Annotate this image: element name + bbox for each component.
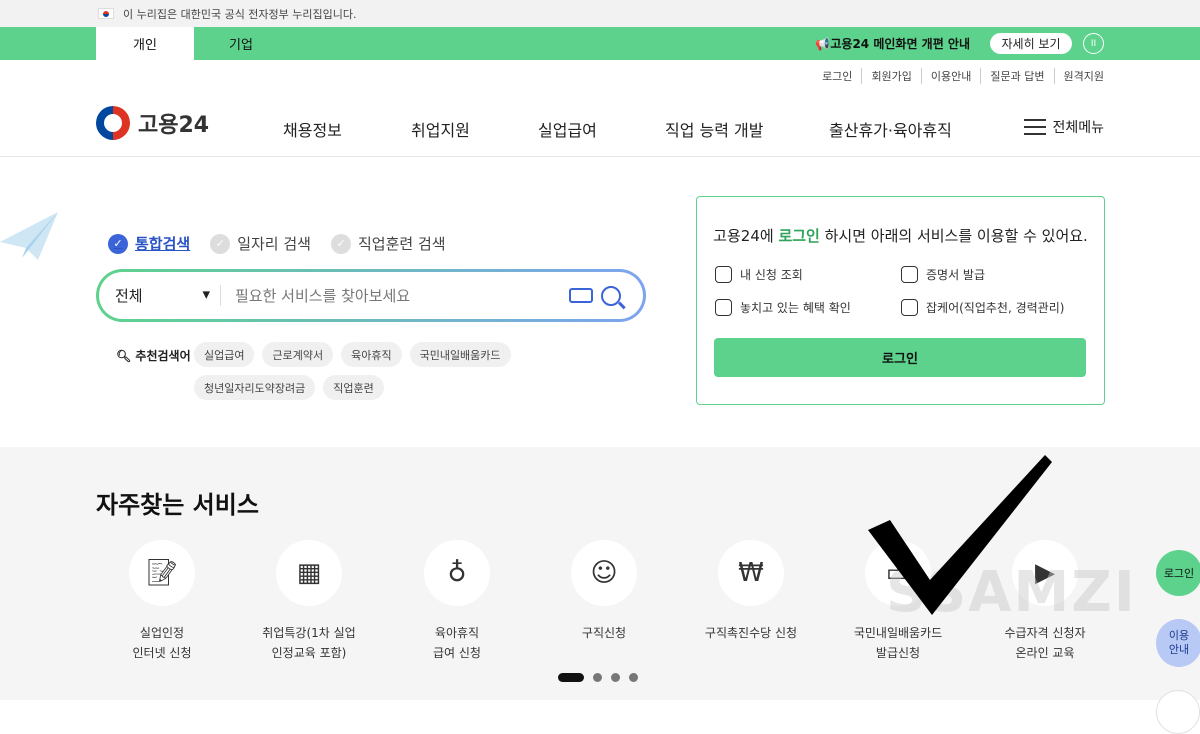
clipboard-gear-icon [901, 299, 918, 316]
utility-links: 로그인 회원가입 이용안내 질문과 답변 원격지원 [0, 60, 1200, 92]
tab-personal[interactable]: 개인 [96, 27, 194, 60]
jobcare-link[interactable]: 잡케어(직업추천, 경력관리) [901, 299, 1064, 316]
pause-icon[interactable]: II [1083, 33, 1104, 54]
util-login-link[interactable]: 로그인 [813, 68, 852, 84]
tab-business[interactable]: 기업 [192, 27, 290, 60]
service-job-seeking[interactable]: ☺ 구직신청 [529, 540, 679, 643]
keyword-chip[interactable]: 근로계약서 [262, 342, 334, 367]
search-input[interactable] [221, 286, 569, 305]
search-small-icon: 🔍︎ [116, 349, 132, 363]
login-panel-title: 고용24에 로그인 하시면 아래의 서비스를 이용할 수 있어요. [713, 227, 1088, 245]
logo[interactable]: 고용24 [96, 106, 209, 140]
notice-text[interactable]: 📢고용24 메인화면 개편 안내 [815, 35, 970, 52]
util-signup-link[interactable]: 회원가입 [861, 68, 912, 84]
side-extra-button[interactable] [1156, 690, 1200, 734]
check-icon: ✓ [330, 233, 351, 254]
certificate-link[interactable]: 증명서 발급 [901, 266, 985, 283]
carousel-dot[interactable] [611, 673, 620, 682]
nav-unemployment-benefit[interactable]: 실업급여 [538, 117, 597, 141]
notice-detail-button[interactable]: 자세히 보기 [990, 33, 1072, 54]
util-remote-link[interactable]: 원격지원 [1053, 68, 1104, 84]
search-tabs: ✓ 통합검색 ✓ 일자리 검색 ✓ 직업훈련 검색 [108, 233, 446, 254]
nav-employment-support[interactable]: 취업지원 [411, 117, 470, 141]
korea-flag-icon [98, 8, 114, 19]
all-menu-button[interactable]: 전체메뉴 [1024, 117, 1104, 137]
top-bar: 개인 기업 📢고용24 메인화면 개편 안내 자세히 보기 II [0, 27, 1200, 60]
tab-integrated-search[interactable]: ✓ 통합검색 [108, 233, 190, 254]
taegeuk-logo-icon [96, 106, 130, 140]
baby-bottle-icon: ♁ [424, 540, 490, 606]
hero-section: ✓ 통합검색 ✓ 일자리 검색 ✓ 직업훈련 검색 전체 ▾ 🔍︎ 추천검색어 … [0, 157, 1200, 446]
paper-plane-icon [0, 212, 58, 260]
tab-training-search[interactable]: ✓ 직업훈련 검색 [330, 233, 446, 254]
person-pen-icon: ☺ [571, 540, 637, 606]
login-panel: 고용24에 로그인 하시면 아래의 서비스를 이용할 수 있어요. 내 신청 조… [696, 196, 1105, 405]
presentation-board-icon: ▦ [276, 540, 342, 606]
util-qna-link[interactable]: 질문과 답변 [980, 68, 1045, 84]
keyword-chip[interactable]: 육아휴직 [341, 342, 402, 367]
recommended-keywords: 실업급여 근로계약서 육아휴직 국민내일배움카드 청년일자리도약장려금 직업훈련 [194, 342, 634, 400]
recommended-keywords-label: 🔍︎ 추천검색어 [116, 349, 191, 363]
keyword-chip[interactable]: 실업급여 [194, 342, 255, 367]
nav-parental-leave[interactable]: 출산휴가·육아휴직 [829, 117, 952, 141]
tab-job-search-label: 일자리 검색 [237, 235, 311, 253]
side-guide-button[interactable]: 이용 안내 [1156, 619, 1200, 667]
check-icon: ✓ [108, 233, 128, 254]
side-login-button[interactable]: 로그인 [1156, 550, 1200, 596]
keyword-chip[interactable]: 청년일자리도약장려금 [194, 375, 316, 400]
carousel-dot[interactable] [558, 673, 584, 682]
checklist-icon [715, 266, 732, 283]
document-pen-icon: 📝︎ [129, 540, 195, 606]
search-category-select[interactable]: 전체 ▾ [115, 285, 221, 306]
keyboard-icon[interactable] [569, 288, 593, 303]
tab-training-search-label: 직업훈련 검색 [357, 235, 446, 253]
check-icon: ✓ [210, 233, 231, 254]
tab-job-search[interactable]: ✓ 일자리 검색 [210, 233, 311, 254]
keyword-chip[interactable]: 국민내일배움카드 [409, 342, 511, 367]
nav-jobs[interactable]: 채용정보 [283, 117, 342, 141]
service-unemployment-recognition[interactable]: 📝︎ 실업인정 인터넷 신청 [87, 540, 237, 663]
util-guide-link[interactable]: 이용안내 [920, 68, 971, 84]
my-applications-link[interactable]: 내 신청 조회 [715, 266, 803, 283]
gov-banner-text: 이 누리집은 대한민국 공식 전자정부 누리집입니다. [123, 7, 357, 21]
money-bag-icon: ₩ [718, 540, 784, 606]
search-category-value: 전체 [115, 287, 143, 305]
all-menu-label: 전체메뉴 [1052, 120, 1104, 136]
search-box: 전체 ▾ [96, 269, 646, 322]
service-job-lecture[interactable]: ▦ 취업특강(1차 실업 인정교육 포함) [234, 540, 384, 663]
carousel-pagination [558, 673, 638, 682]
dropdown-arrow-icon: ▾ [202, 285, 210, 303]
certificate-icon [901, 266, 918, 283]
nav-vocational-training[interactable]: 직업 능력 개발 [665, 117, 764, 141]
service-job-promotion-allowance[interactable]: ₩ 구직촉진수당 신청 [676, 540, 826, 643]
document-search-icon [715, 299, 732, 316]
carousel-dot[interactable] [593, 673, 602, 682]
service-parental-leave-benefit[interactable]: ♁ 육아휴직 급여 신청 [382, 540, 532, 663]
login-button[interactable]: 로그인 [714, 338, 1086, 377]
missed-benefits-link[interactable]: 놓치고 있는 혜택 확인 [715, 299, 851, 316]
search-icon[interactable] [601, 285, 621, 306]
keyword-chip[interactable]: 직업훈련 [323, 375, 384, 400]
checkmark-icon [868, 455, 1052, 615]
carousel-dot[interactable] [629, 673, 638, 682]
frequent-services-title: 자주찾는 서비스 [96, 491, 259, 519]
logo-text: 고용24 [138, 113, 210, 138]
tab-integrated-search-label: 통합검색 [135, 235, 191, 253]
hamburger-icon [1024, 119, 1047, 135]
main-header: 고용24 채용정보 취업지원 실업급여 직업 능력 개발 출산휴가·육아휴직 전… [0, 92, 1200, 157]
gov-banner: 이 누리집은 대한민국 공식 전자정부 누리집입니다. [0, 0, 1200, 27]
